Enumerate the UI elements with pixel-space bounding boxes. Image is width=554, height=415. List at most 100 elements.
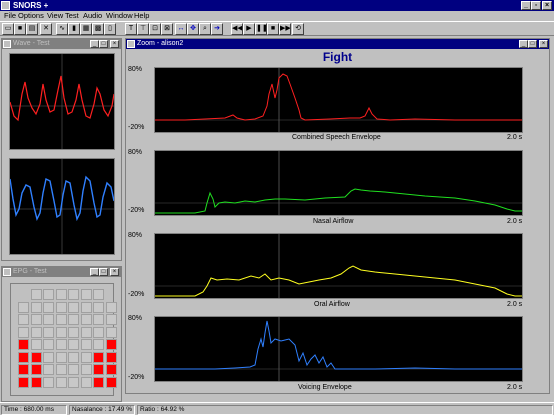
- plot-4-ymax: 80%: [128, 315, 143, 322]
- epg-electrode: [80, 339, 92, 350]
- close-icon[interactable]: ×: [539, 40, 548, 48]
- menu-test[interactable]: Test: [65, 11, 79, 21]
- grid-icon[interactable]: ▦: [80, 23, 92, 35]
- plot-4-name: Voicing Envelope: [298, 384, 352, 391]
- window-menu-icon[interactable]: [127, 40, 135, 48]
- epg-electrode: [93, 376, 104, 388]
- plot-1-ymin: -20%: [128, 124, 145, 131]
- epg-electrode: [43, 289, 54, 300]
- text-frame-icon[interactable]: ⊤: [137, 23, 149, 35]
- epg-electrode: [80, 301, 92, 313]
- plot-1-ymax: 80%: [128, 66, 143, 73]
- epg-electrode: [93, 289, 104, 300]
- epg-electrode: [30, 339, 42, 350]
- maximize-icon[interactable]: □: [99, 268, 108, 276]
- epg-window[interactable]: EPG - Test _ □ ×: [1, 266, 122, 402]
- zoom-window[interactable]: Zoom - alison2 _ □ × Fight 80% -20% Comb…: [125, 38, 550, 394]
- rewind-icon[interactable]: ◀◀: [231, 23, 243, 35]
- move-icon[interactable]: ✥: [187, 23, 199, 35]
- epg-electrode: [18, 326, 29, 338]
- epg-electrode: [68, 289, 79, 300]
- menu-audio[interactable]: Audio: [83, 11, 102, 21]
- plot-combined-speech-envelope: [154, 67, 523, 133]
- epg-electrode: [68, 301, 79, 313]
- menu-file[interactable]: File: [4, 11, 16, 21]
- jump-icon[interactable]: ➔: [211, 23, 223, 35]
- wave-window[interactable]: Wave - Test _ □ ×: [1, 38, 122, 261]
- epg-electrode: [43, 351, 54, 363]
- epg-electrode: [43, 301, 54, 313]
- epg-electrode: [43, 364, 54, 375]
- epg-electrode: [80, 364, 92, 375]
- epg-electrode: [68, 314, 79, 325]
- toolbar: ▭ ■ ▤ ✕ ∿ ▮ ▦ ▩ ▯ T ⊤ ⊡ ⊠ ↔ ✥ ⌕ ➔ ◀◀ ▶ ❚…: [0, 21, 554, 36]
- print-icon[interactable]: ▤: [26, 23, 38, 35]
- epg-electrode: [68, 339, 79, 350]
- epg-electrode: [68, 364, 79, 375]
- text-t-icon[interactable]: T: [125, 23, 137, 35]
- menu-options[interactable]: Options: [18, 11, 44, 21]
- color-icon[interactable]: ▮: [68, 23, 80, 35]
- wave-icon[interactable]: ∿: [56, 23, 68, 35]
- close-icon[interactable]: ×: [110, 268, 119, 276]
- window-menu-icon[interactable]: [3, 40, 11, 48]
- menu-window[interactable]: Window: [106, 11, 133, 21]
- stop-icon[interactable]: ■: [267, 23, 279, 35]
- plot-2-name: Nasal Airflow: [313, 218, 354, 225]
- status-time: Time : 680.00 ms: [1, 405, 67, 415]
- word-heading: Fight: [322, 50, 353, 64]
- epg-electrode: [30, 289, 42, 300]
- plot-1-duration: 2.0 s: [507, 134, 523, 141]
- expand-horizontal-icon[interactable]: ↔: [175, 23, 187, 35]
- epg-electrode: [43, 339, 54, 350]
- epg-electrode: [105, 314, 117, 325]
- zoom-icon[interactable]: ⌕: [199, 23, 211, 35]
- close-icon[interactable]: ×: [542, 1, 552, 10]
- epg-electrode: [80, 289, 92, 300]
- epg-electrode: [105, 326, 117, 338]
- wave-scope-bottom: [9, 158, 115, 255]
- wave-trace-blue: [9, 159, 115, 254]
- minimize-icon[interactable]: _: [519, 40, 528, 48]
- epg-electrode: [93, 339, 104, 350]
- restore-icon[interactable]: ▫: [531, 1, 541, 10]
- epg-electrode: [43, 326, 54, 338]
- delete-icon[interactable]: ✕: [40, 23, 52, 35]
- plot-2-trace: [155, 151, 522, 215]
- epg-electrode: [30, 364, 42, 375]
- open-icon[interactable]: ▭: [2, 23, 14, 35]
- app-icon[interactable]: [1, 1, 10, 10]
- fast-forward-icon[interactable]: ▶▶: [279, 23, 291, 35]
- epg-electrode: [30, 301, 42, 313]
- plot-3-duration: 2.0 s: [507, 301, 523, 308]
- window-menu-icon[interactable]: [3, 268, 11, 276]
- cross-box-icon[interactable]: ⊠: [161, 23, 173, 35]
- epg-electrode: [55, 364, 67, 375]
- plot-4-duration: 2.0 s: [507, 384, 523, 391]
- close-icon[interactable]: ×: [110, 40, 119, 48]
- text-box-icon[interactable]: ⊡: [149, 23, 161, 35]
- plot-3-name: Oral Airflow: [314, 301, 350, 308]
- epg-electrode: [18, 314, 29, 325]
- maximize-icon[interactable]: □: [99, 40, 108, 48]
- app-title-bar[interactable]: SNORS +: [0, 0, 554, 11]
- epg-electrode: [105, 339, 117, 350]
- epg-grid-icon[interactable]: ▩: [92, 23, 104, 35]
- pause-icon[interactable]: ❚❚: [255, 23, 267, 35]
- epg-electrode: [105, 376, 117, 388]
- loop-icon[interactable]: ⟲: [292, 23, 304, 35]
- wave-window-title: Wave - Test: [13, 40, 50, 47]
- zoom-window-title: Zoom - alison2: [137, 40, 184, 47]
- menu-help[interactable]: Help: [134, 11, 149, 21]
- minimize-icon[interactable]: _: [90, 40, 99, 48]
- minimize-icon[interactable]: _: [521, 1, 531, 10]
- zoom-window-title-bar[interactable]: Zoom - alison2: [126, 39, 549, 49]
- play-icon[interactable]: ▶: [243, 23, 255, 35]
- maximize-icon[interactable]: □: [528, 40, 537, 48]
- plot-2-ymax: 80%: [128, 149, 143, 156]
- book-icon[interactable]: ▯: [104, 23, 116, 35]
- epg-electrode: [55, 289, 67, 300]
- minimize-icon[interactable]: _: [90, 268, 99, 276]
- save-icon[interactable]: ■: [14, 23, 26, 35]
- menu-view[interactable]: View: [47, 11, 63, 21]
